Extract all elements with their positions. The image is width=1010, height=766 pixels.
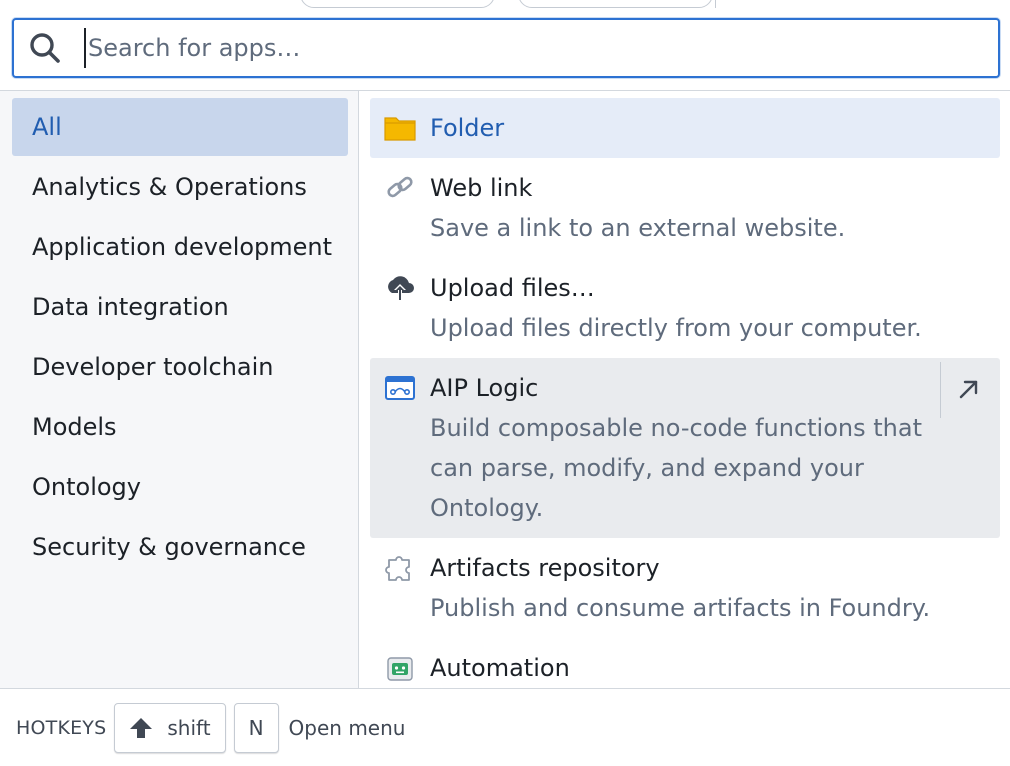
- sidebar-item-all[interactable]: All: [12, 98, 348, 156]
- app-description: Save a link to an external website.: [430, 214, 846, 242]
- open-in-new-window-icon[interactable]: [956, 376, 982, 402]
- search-box[interactable]: [12, 18, 1000, 78]
- app-item-folder[interactable]: Folder: [370, 98, 1000, 158]
- app-item-aip-logic[interactable]: AIP Logic Build composable no-code funct…: [370, 358, 1000, 538]
- sidebar-item-security-governance[interactable]: Security & governance: [12, 518, 348, 576]
- folder-icon: [384, 114, 416, 142]
- link-icon: [384, 174, 416, 202]
- sidebar-item-analytics-operations[interactable]: Analytics & Operations: [12, 158, 348, 216]
- app-item-automation[interactable]: Automation: [370, 638, 1000, 688]
- app-list: Folder Web link Save a link to an extern…: [360, 91, 1010, 688]
- app-item-artifacts-repository[interactable]: Artifacts repository Publish and consume…: [370, 538, 1000, 638]
- app-title: Automation: [430, 654, 570, 682]
- app-item-web-link[interactable]: Web link Save a link to an external webs…: [370, 158, 1000, 258]
- shift-arrow-icon: [129, 717, 153, 739]
- search-input[interactable]: [84, 28, 964, 68]
- divider: [940, 362, 941, 418]
- background-tab: [518, 0, 713, 8]
- robot-icon: [384, 654, 416, 682]
- new-app-popover: All Analytics & Operations Application d…: [0, 8, 1010, 766]
- search-icon: [28, 31, 62, 65]
- app-title: Folder: [430, 114, 505, 142]
- app-item-upload-files[interactable]: Upload files… Upload files directly from…: [370, 258, 1000, 358]
- puzzle-icon: [384, 554, 416, 582]
- hotkeys-footer: HOTKEYS shift N Open menu: [0, 689, 1010, 766]
- background-tab: [300, 0, 495, 8]
- sidebar-item-ontology[interactable]: Ontology: [12, 458, 348, 516]
- hotkey-hint: Open menu: [288, 715, 406, 740]
- cloud-upload-icon: [384, 274, 416, 302]
- sidebar-item-application-development[interactable]: Application development: [12, 218, 348, 276]
- app-description: Build composable no-code functions that …: [430, 414, 922, 522]
- n-key-label: N: [248, 715, 264, 740]
- aip-logic-icon: [384, 374, 416, 402]
- app-description: Publish and consume artifacts in Foundry…: [430, 594, 931, 622]
- hotkeys-label: HOTKEYS: [16, 716, 107, 739]
- app-description: Upload files directly from your computer…: [430, 314, 922, 342]
- category-sidebar: All Analytics & Operations Application d…: [0, 91, 359, 688]
- n-key: N: [233, 702, 279, 753]
- sidebar-item-developer-toolchain[interactable]: Developer toolchain: [12, 338, 348, 396]
- shift-key-label: shift: [167, 715, 211, 740]
- shift-key: shift: [114, 702, 226, 753]
- sidebar-item-models[interactable]: Models: [12, 398, 348, 456]
- sidebar-item-data-integration[interactable]: Data integration: [12, 278, 348, 336]
